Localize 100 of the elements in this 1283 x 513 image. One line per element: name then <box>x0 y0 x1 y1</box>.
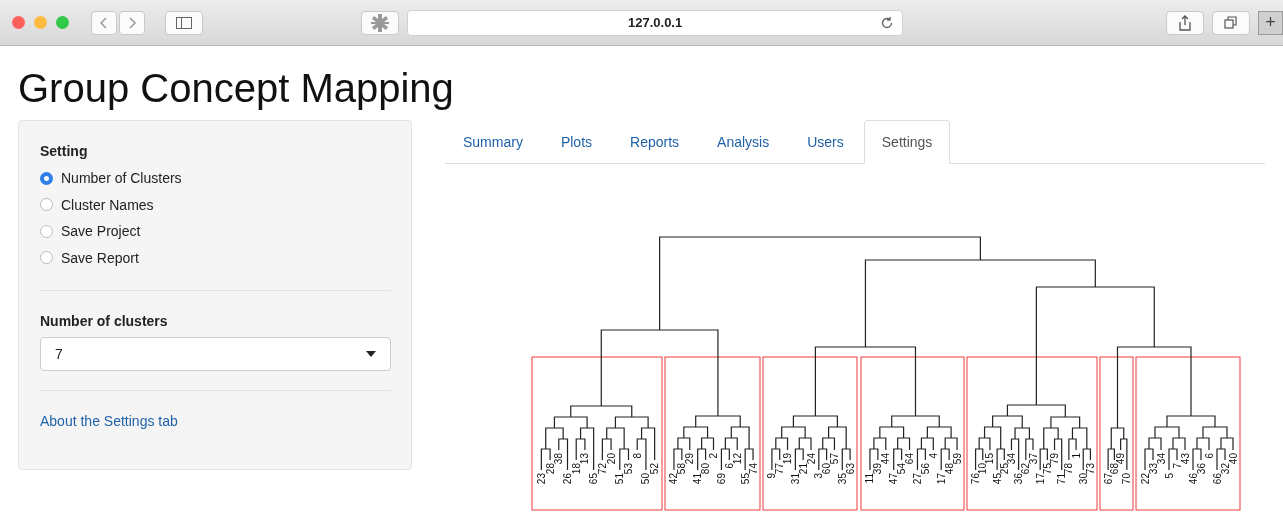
leaf-label: 41 <box>692 473 704 485</box>
leaf-label: 80 <box>700 463 712 475</box>
forward-button[interactable] <box>119 10 145 35</box>
option-label[interactable]: Number of Clusters <box>61 170 182 187</box>
leaf-label: 70 <box>1121 473 1133 485</box>
leaf-label: 44 <box>880 453 892 465</box>
leaf-label: 11 <box>864 473 876 484</box>
new-tab-button[interactable]: + <box>1258 10 1283 35</box>
leaf-label: 48 <box>943 463 955 475</box>
radio-button[interactable] <box>40 198 53 212</box>
leaf-label: 36 <box>1013 473 1025 485</box>
leaf-label: 13 <box>579 453 591 465</box>
leaf-label: 51 <box>614 473 626 485</box>
leaf-label: 74 <box>747 463 759 475</box>
settings-help-link[interactable]: About the Settings tab <box>40 413 178 429</box>
leaf-label: 76 <box>970 473 982 485</box>
leaf-label: 31 <box>789 473 801 485</box>
leaf-label: 35 <box>836 473 848 485</box>
radio-button[interactable] <box>40 171 53 185</box>
leaf-label: 5 <box>1163 473 1175 479</box>
option-label[interactable]: Save Project <box>61 223 141 240</box>
extension-button[interactable] <box>361 10 400 35</box>
leaf-label: 43 <box>1179 453 1191 465</box>
setting-label: Setting <box>40 143 89 159</box>
leaf-label: 67 <box>1102 473 1114 485</box>
leaf-label: 32 <box>1219 463 1231 475</box>
leaf-label: 56 <box>919 463 931 475</box>
leaf-label: 22 <box>1139 473 1151 485</box>
leaf-label: 17 <box>1034 473 1046 485</box>
leaf-label: 38 <box>553 453 565 465</box>
leaf-label: 42 <box>668 473 680 485</box>
leaf-label: 69 <box>715 473 727 485</box>
sidebar-button[interactable] <box>165 10 204 35</box>
leaf-label: 64 <box>904 453 916 465</box>
chevron-left-icon <box>99 15 109 30</box>
leaf-label: 4 <box>927 453 939 459</box>
leaf-label: 37 <box>1027 453 1039 465</box>
leaf-label: 77 <box>774 463 786 475</box>
sidebar-icon <box>176 16 193 29</box>
leaf-label: 46 <box>1187 473 1199 485</box>
leaf-label: 17 <box>935 473 947 485</box>
leaf-label: 72 <box>596 463 608 475</box>
tab[interactable]: Summary <box>445 120 541 164</box>
leaf-label: 30 <box>1077 473 1089 485</box>
tabs-icon <box>1224 15 1239 30</box>
leaf-label: 40 <box>1227 453 1239 465</box>
leaf-label: 2 <box>708 453 719 459</box>
leaf-label: 50 <box>640 473 652 485</box>
leaf-label: 68 <box>1108 463 1120 475</box>
leaf-label: 71 <box>1056 473 1068 485</box>
clusters-dropdown[interactable]: 7 <box>40 337 391 371</box>
close-icon[interactable] <box>12 16 25 29</box>
share-icon <box>1178 14 1193 31</box>
back-button[interactable] <box>91 10 117 35</box>
leaf-label: 36 <box>1195 463 1207 475</box>
option-label[interactable]: Cluster Names <box>61 196 154 213</box>
leaf-label: 21 <box>797 463 809 475</box>
leaf-label: 60 <box>821 463 833 475</box>
maximize-icon[interactable] <box>56 16 69 29</box>
leaf-label: 54 <box>896 463 908 475</box>
leaf-label: 15 <box>984 453 996 465</box>
leaf-label: 59 <box>951 453 963 465</box>
leaf-label: 34 <box>1155 453 1167 465</box>
minimize-icon[interactable] <box>34 16 47 29</box>
leaf-label: 26 <box>562 473 573 485</box>
leaf-label: 27 <box>911 473 923 485</box>
tab[interactable]: Plots <box>542 120 611 164</box>
caret-icon <box>366 351 376 357</box>
leaf-label: 52 <box>649 463 661 475</box>
leaf-label: 55 <box>739 473 751 485</box>
tab[interactable]: Analysis <box>699 120 788 164</box>
leaf-label: 7 <box>1171 463 1183 469</box>
leaf-label: 3 <box>813 473 825 479</box>
leaf-label: 75 <box>1041 463 1053 475</box>
reload-icon[interactable] <box>880 15 895 30</box>
tab[interactable]: Reports <box>612 120 698 164</box>
leaf-label: 19 <box>782 453 794 465</box>
leaf-label: 23 <box>535 473 547 485</box>
leaf-label: 20 <box>605 453 617 465</box>
tabs-button[interactable] <box>1212 10 1251 35</box>
leaf-label: 39 <box>872 463 884 475</box>
tab[interactable]: Settings <box>863 120 951 164</box>
leaf-label: 33 <box>1147 463 1159 475</box>
leaf-label: 9 <box>766 473 778 479</box>
share-button[interactable] <box>1166 10 1205 35</box>
leaf-label: 29 <box>684 453 696 465</box>
leaf-label: 24 <box>805 453 817 465</box>
radio-button[interactable] <box>40 251 53 265</box>
radio-button[interactable] <box>40 224 53 238</box>
address-bar[interactable]: 127.0.0.1 <box>407 9 904 36</box>
leaf-label: 18 <box>570 463 582 475</box>
chevron-right-icon <box>127 15 137 30</box>
leaf-label: 8 <box>631 453 643 459</box>
leaf-label: 1 <box>1070 453 1082 459</box>
clusters-label: Number of clusters <box>40 313 169 329</box>
leaf-label: 58 <box>676 463 688 475</box>
page-title: Group Concept Mapping <box>18 66 455 110</box>
tab[interactable]: Users <box>789 120 862 164</box>
option-label[interactable]: Save Report <box>61 249 139 266</box>
leaf-label: 6 <box>723 463 735 469</box>
